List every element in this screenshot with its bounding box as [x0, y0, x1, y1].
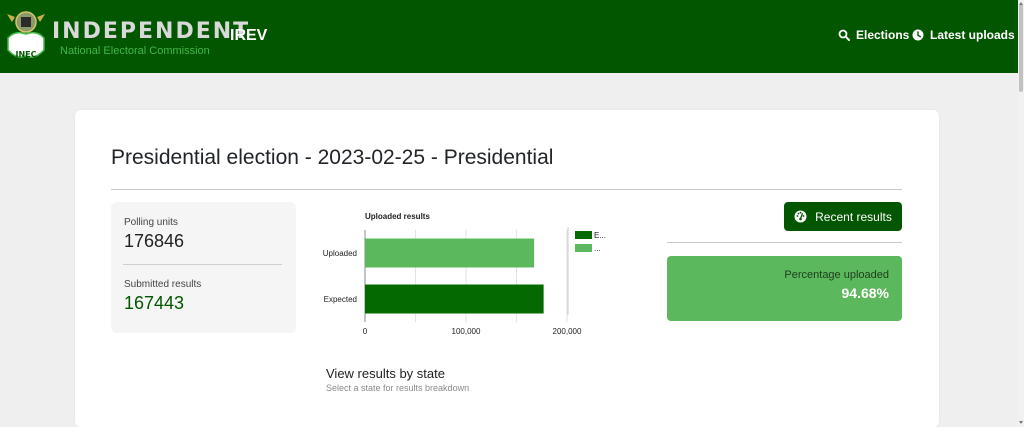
clock-icon: [912, 29, 924, 41]
inec-logo[interactable]: INEC: [5, 8, 47, 64]
state-results-heading: View results by state: [326, 366, 445, 381]
nav-latest-uploads-link[interactable]: Latest uploads: [912, 28, 1015, 42]
top-navbar: INEC INDEPENDENT National Electoral Comm…: [0, 0, 1018, 73]
chart-legend-swatch: [575, 231, 592, 239]
scroll-down-arrow-icon[interactable]: [1018, 418, 1024, 426]
polling-units-label: Polling units: [124, 217, 178, 228]
nav-elections-link[interactable]: Elections: [838, 28, 909, 42]
scrollbar-thumb[interactable]: [1019, 4, 1023, 92]
percentage-uploaded-value: 94.68%: [841, 285, 889, 301]
scroll-up-arrow-icon[interactable]: [1018, 0, 1024, 6]
title-divider: [111, 189, 902, 190]
side-divider: [667, 242, 902, 243]
logo-text: INEC: [15, 50, 36, 59]
chart-tick-label: 200,000: [553, 327, 582, 336]
brand-title: INDEPENDENT: [52, 19, 251, 44]
chart-category-label: Expected: [324, 295, 357, 304]
uploaded-results-chart: Uploaded results Uploaded Expected 0 100,000…: [305, 205, 635, 345]
polling-units-value: 176846: [124, 231, 185, 251]
chart-legend-label: ...: [594, 244, 601, 253]
percentage-uploaded-box: Percentage uploaded 94.68%: [667, 256, 902, 321]
chart-legend-label: E...: [594, 231, 606, 240]
recent-results-button[interactable]: Recent results: [784, 202, 902, 231]
chart-legend-swatch: [575, 244, 592, 252]
gauge-icon: [794, 210, 807, 223]
chart-svg: Uploaded results Uploaded Expected 0 100,000…: [323, 212, 606, 336]
brand-subtitle: National Electoral Commission: [60, 45, 210, 57]
submitted-results-value: 167443: [124, 293, 185, 313]
stats-panel: Polling units 176846 Submitted results 1…: [111, 202, 296, 333]
chart-tick-label: 0: [363, 327, 368, 336]
app-name-link[interactable]: IREV: [230, 27, 267, 45]
nav-elections-label: Elections: [856, 28, 910, 42]
percentage-uploaded-label: Percentage uploaded: [784, 269, 889, 281]
page-title: Presidential election - 2023-02-25 - Pre…: [111, 146, 554, 169]
chart-bar: [365, 284, 544, 314]
stats-divider: [123, 264, 282, 265]
recent-results-label: Recent results: [815, 209, 892, 224]
submitted-results-label: Submitted results: [124, 279, 202, 290]
search-icon: [838, 29, 850, 41]
chart-bar: [365, 238, 535, 268]
nav-latest-uploads-label: Latest uploads: [930, 28, 1015, 42]
state-results-subtitle: Select a state for results breakdown: [326, 383, 470, 393]
chart-title: Uploaded results: [365, 212, 430, 221]
chart-tick-label: 100,000: [452, 327, 481, 336]
chart-category-label: Uploaded: [323, 249, 357, 258]
